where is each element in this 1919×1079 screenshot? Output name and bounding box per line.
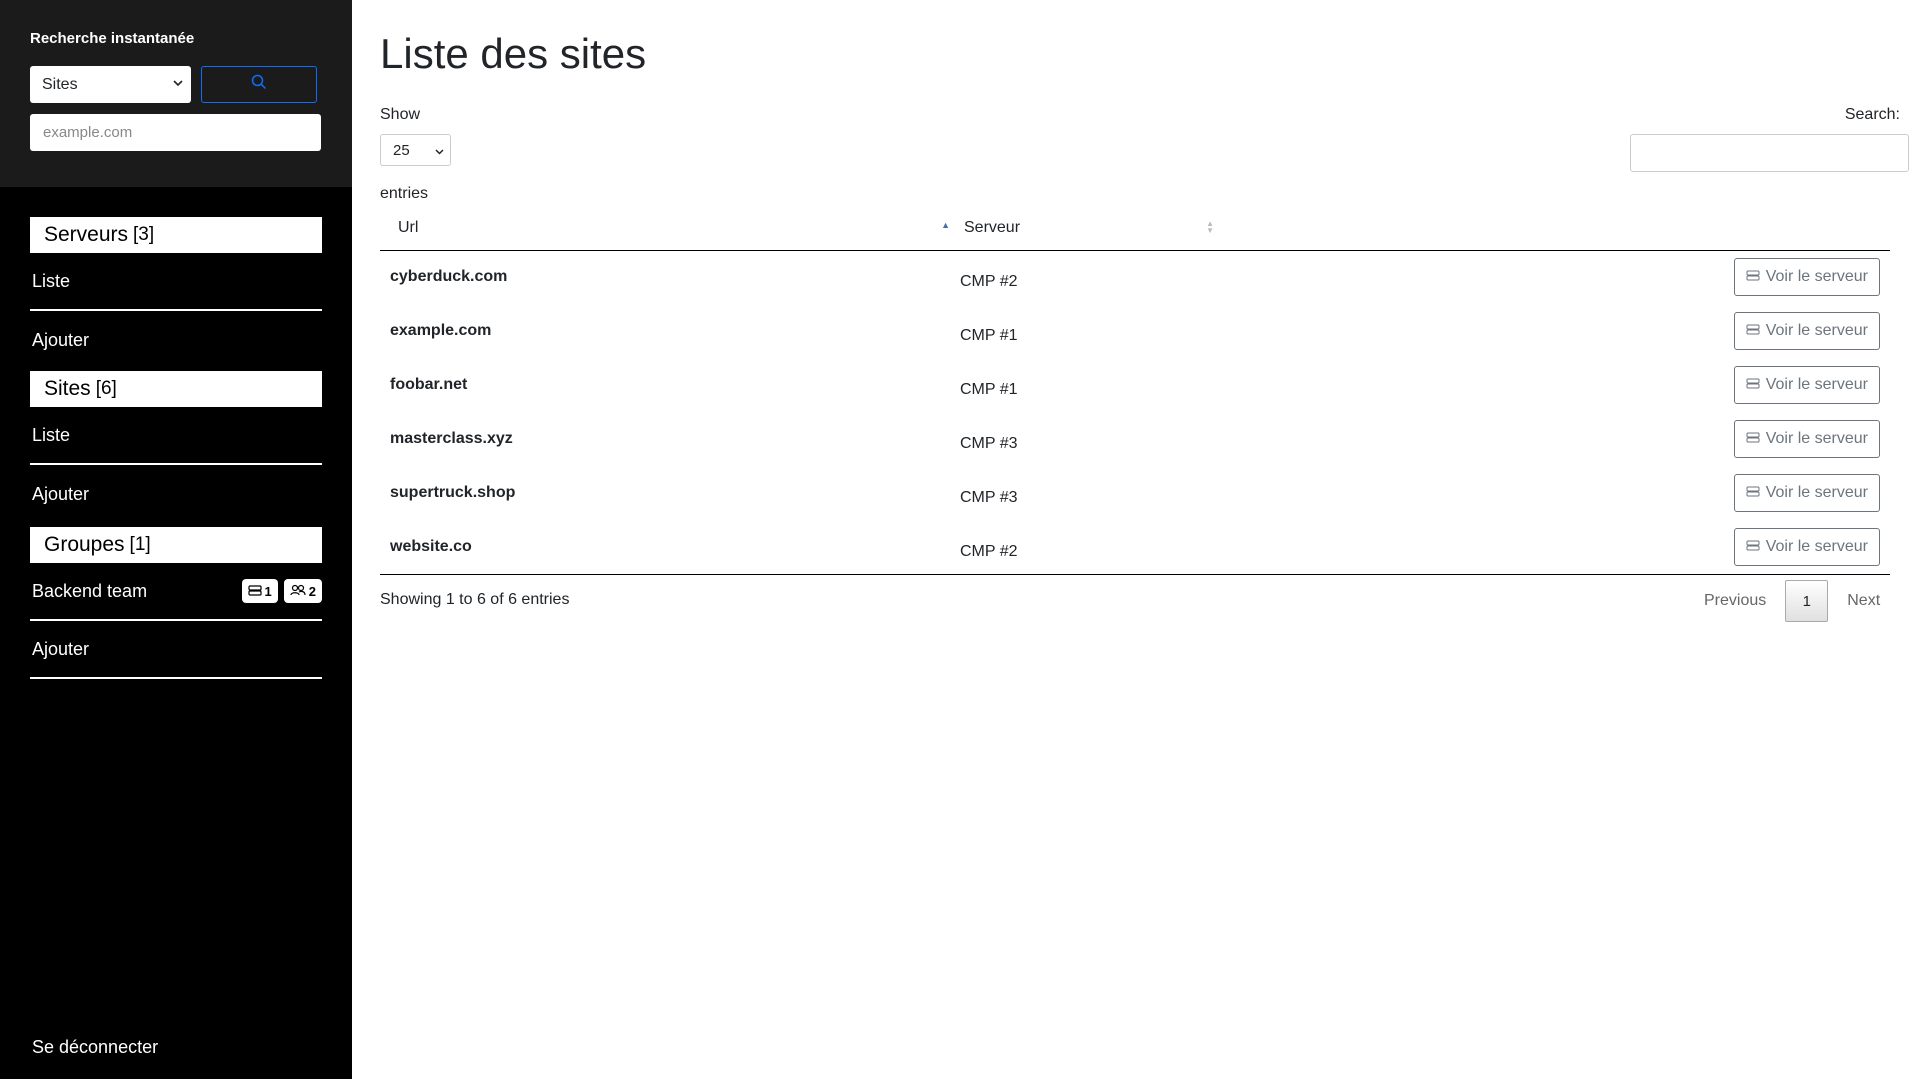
view-server-label: Voir le serveur (1765, 268, 1868, 286)
nav-header-count: [3] (133, 224, 155, 245)
sidebar-item-label: Ajouter (32, 329, 90, 350)
view-server-label: Voir le serveur (1765, 376, 1868, 393)
group-users-count: 2 (308, 583, 316, 599)
show-label: Show (380, 106, 421, 123)
sort-asc-icon: ▲ (941, 220, 950, 230)
sort-both-icon: ▲ ▼ (1206, 219, 1214, 235)
search-button[interactable] (201, 66, 317, 103)
instant-search-panel: Recherche instantanée Sites example.com (0, 0, 352, 187)
sidebar-item-label: Ajouter (32, 483, 90, 504)
table-row: masterclass.xyz CMP #3 Voir le serveur (380, 412, 1890, 466)
column-header-label: Serveur (964, 218, 1021, 236)
view-server-label: Voir le serveur (1765, 484, 1868, 501)
search-type-value: Sites (42, 75, 78, 93)
server-icon (1746, 430, 1760, 448)
pagination-page[interactable]: 1 (1785, 580, 1829, 622)
nav-header-title: Sites (44, 377, 91, 400)
view-server-button[interactable]: Voir le serveur (1733, 474, 1880, 512)
sidebar: Recherche instantanée Sites example.com … (0, 0, 352, 1079)
site-server: CMP #1 (960, 380, 1018, 398)
site-url: cyberduck.com (390, 268, 508, 286)
table-row: website.co CMP #2 Voir le serveur (380, 520, 1890, 574)
table-row: foobar.net CMP #1 Voir le serveur (380, 358, 1890, 412)
table-bottom-border (380, 574, 1890, 575)
chevron-down-icon (173, 79, 183, 90)
server-icon (1746, 484, 1760, 502)
site-url: website.co (390, 538, 472, 555)
site-server: CMP #1 (960, 326, 1018, 344)
nav-header-sites: Sites [6] (30, 371, 322, 407)
group-servers-count: 1 (264, 583, 272, 599)
search-input[interactable]: example.com (30, 114, 321, 151)
site-url: masterclass.xyz (390, 430, 513, 447)
page-length-select[interactable]: 25 (380, 134, 451, 166)
group-users-badge: 2 (283, 579, 322, 603)
sidebar-item-sites-add[interactable]: Ajouter (30, 465, 322, 523)
sidebar-item-label: Liste (32, 424, 71, 445)
site-url: example.com (390, 322, 492, 339)
search-title: Recherche instantanée (30, 30, 195, 47)
table-row: example.com CMP #1 Voir le serveur (380, 304, 1890, 358)
table-row: supertruck.shop CMP #3 Voir le serveur (380, 466, 1890, 520)
sidebar-item-label: Liste (32, 270, 71, 291)
column-header-url[interactable]: Url ▲ (380, 206, 960, 251)
group-servers-badge: 1 (241, 579, 278, 603)
server-icon (1746, 538, 1760, 556)
view-server-label: Voir le serveur (1765, 538, 1868, 555)
view-server-button[interactable]: Voir le serveur (1733, 366, 1880, 404)
nav-sites: Sites [6] Liste Ajouter (0, 371, 352, 523)
pagination: Previous 1 Next (1685, 580, 1899, 622)
nav-header-groups: Groupes [1] (30, 527, 322, 563)
column-header-label: Url (398, 218, 419, 236)
view-server-button[interactable]: Voir le serveur (1733, 312, 1880, 350)
server-icon (1746, 376, 1760, 394)
table-search-label: Search: (1844, 106, 1900, 123)
view-server-button[interactable]: Voir le serveur (1733, 420, 1880, 458)
server-icon (1746, 268, 1760, 286)
nav-servers: Serveurs [3] Liste Ajouter (0, 217, 352, 369)
sidebar-item-sites-list[interactable]: Liste (30, 407, 322, 465)
page-title: Liste des sites (380, 30, 647, 77)
nav-header-servers: Serveurs [3] (30, 217, 322, 253)
site-server: CMP #2 (960, 272, 1018, 290)
sites-table: Url ▲ Serveur ▲ ▼ cyberduck.com CMP #2 Vo… (380, 206, 1890, 574)
table-search-input[interactable] (1630, 134, 1909, 172)
search-icon (251, 74, 267, 95)
server-icon (1746, 322, 1760, 340)
nav-header-count: [1] (129, 534, 151, 555)
table-info: Showing 1 to 6 of 6 entries (380, 591, 570, 608)
view-server-button[interactable]: Voir le serveur (1733, 528, 1880, 566)
view-server-button[interactable]: Voir le serveur (1733, 258, 1880, 297)
view-server-label: Voir le serveur (1765, 430, 1868, 447)
nav-groups: Groupes [1] Backend team 1 2 Ajouter (0, 527, 352, 679)
nav-header-title: Serveurs (44, 223, 129, 246)
sidebar-item-label: Backend team (32, 580, 148, 601)
site-server: CMP #3 (960, 488, 1018, 506)
search-type-select[interactable]: Sites (30, 66, 191, 103)
site-url: supertruck.shop (390, 484, 516, 501)
nav-header-title: Groupes (44, 533, 125, 556)
view-server-label: Voir le serveur (1765, 322, 1868, 339)
site-url: foobar.net (390, 376, 468, 393)
column-header-server[interactable]: Serveur ▲ ▼ (960, 206, 1220, 251)
pagination-next[interactable]: Next (1828, 592, 1899, 610)
column-header-actions (1220, 206, 1890, 251)
pagination-previous[interactable]: Previous (1685, 592, 1785, 610)
sidebar-item-groups-add[interactable]: Ajouter (30, 621, 322, 679)
table-row: cyberduck.com CMP #2 Voir le serveur (380, 250, 1890, 304)
sidebar-item-group-backend[interactable]: Backend team 1 2 (30, 563, 322, 621)
sidebar-item-label: Ajouter (32, 638, 90, 659)
table-header-row: Url ▲ Serveur ▲ ▼ (380, 206, 1890, 251)
users-icon (290, 584, 306, 599)
nav-header-count: [6] (95, 378, 117, 399)
logout-link[interactable]: Se déconnecter (32, 1037, 158, 1058)
chevron-down-icon (435, 142, 444, 159)
sidebar-item-servers-add[interactable]: Ajouter (30, 311, 322, 369)
server-icon (247, 584, 262, 599)
site-server: CMP #3 (960, 434, 1018, 452)
entries-label: entries (380, 185, 429, 202)
sidebar-item-servers-list[interactable]: Liste (30, 253, 322, 311)
page-length-value: 25 (393, 141, 410, 159)
site-server: CMP #2 (960, 542, 1018, 560)
